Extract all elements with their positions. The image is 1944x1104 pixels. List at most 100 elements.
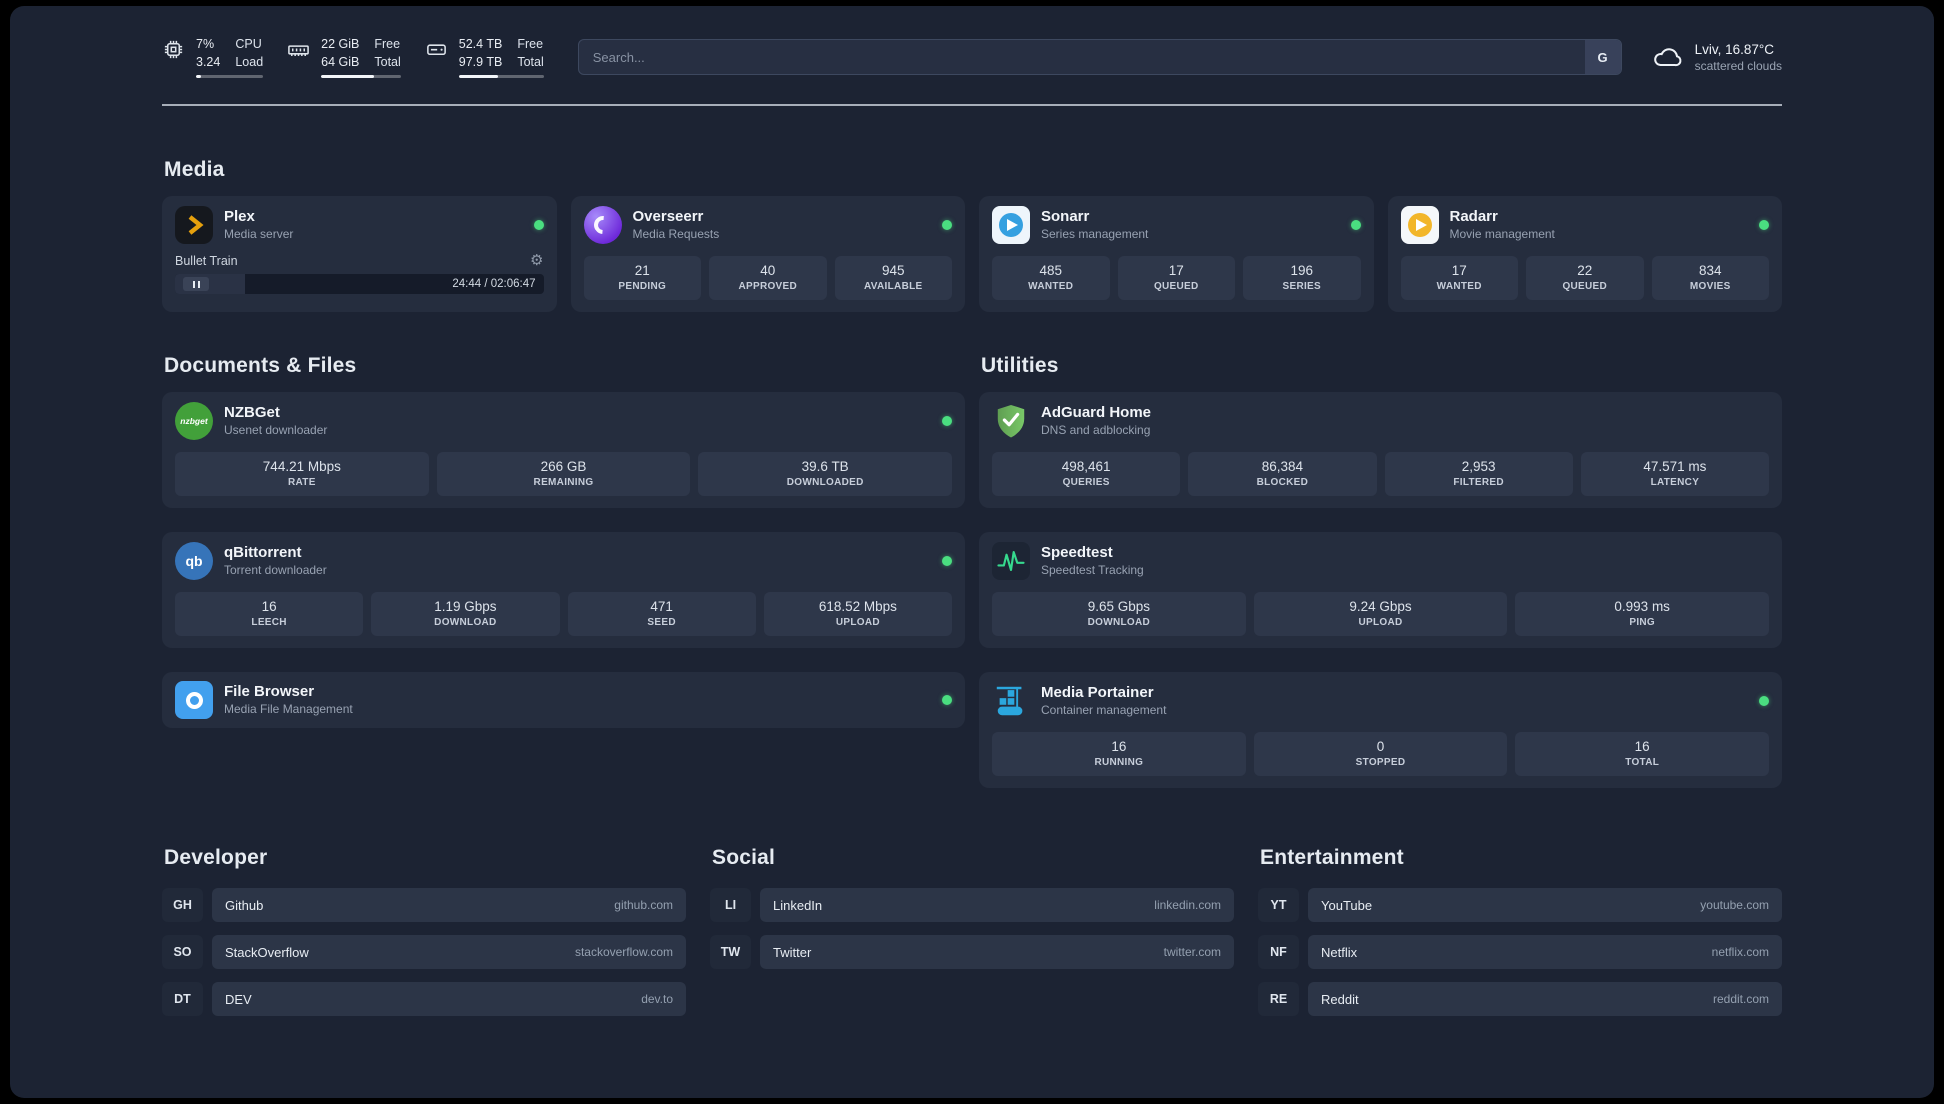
bookmark-url: stackoverflow.com [574,945,673,959]
stat-tile: 2,953 FILTERED [1384,452,1573,496]
bookmark-reddit[interactable]: RE Reddit reddit.com [1258,982,1782,1016]
stat-value: 17 [1451,263,1467,278]
service-card-sonarr[interactable]: Sonarr Series management 485 WANTED 17 Q… [979,196,1374,312]
service-card-overseerr[interactable]: Overseerr Media Requests 21 PENDING 40 A… [570,196,965,312]
service-card-nzbget[interactable]: nzbget NZBGet Usenet downloader 744.21 M… [162,392,965,508]
sonarr-icon [992,206,1030,244]
stat-value: 21 [634,263,650,278]
status-dot [942,416,952,426]
stat-label: PING [1629,617,1655,628]
disk-free-value: 52.4 TB [458,37,503,51]
stat-label: QUERIES [1062,477,1110,488]
stat-value: 22 [1577,263,1593,278]
bookmark-pill: Github github.com [212,888,686,922]
memory-icon [288,45,310,57]
stat-tile: 22 QUEUED [1526,256,1644,300]
bookmarks-entertainment: Entertainment YT YouTube youtube.com NF … [1258,846,1782,1029]
section-title-social: Social [712,846,776,869]
service-card-radarr[interactable]: Radarr Movie management 17 WANTED 22 QUE… [1387,196,1782,312]
stat-tile: 17 QUEUED [1117,256,1235,300]
search-provider-button[interactable]: G [1584,40,1621,74]
stat-label: FILTERED [1453,477,1504,488]
portainer-icon [992,682,1030,720]
stat-tile: 196 SERIES [1243,256,1361,300]
bookmark-name: StackOverflow [225,944,309,960]
status-dot [1350,220,1361,230]
bookmarks-developer: Developer GH Github github.com SO StackO… [162,846,686,1029]
stat-label: LEECH [251,617,287,628]
disk-widget: 52.4 TB 97.9 TB Free Total [425,36,544,78]
stat-label: WANTED [1028,281,1074,292]
bookmark-twitter[interactable]: TW Twitter twitter.com [710,935,1234,969]
service-card-filebrowser[interactable]: File Browser Media File Management [162,672,965,728]
stat-label: MOVIES [1689,281,1731,292]
status-dot [942,556,952,566]
stat-value: 471 [650,599,673,614]
stat-tile: 40 APPROVED [709,256,827,300]
bookmark-stackoverflow[interactable]: SO StackOverflow stackoverflow.com [162,935,686,969]
stat-value: 498,461 [1061,459,1111,474]
pause-button[interactable] [183,277,209,291]
nzbget-icon: nzbget [175,402,213,440]
stat-tile: 16 LEECH [175,592,364,636]
stat-tile: 834 MOVIES [1651,256,1769,300]
service-card-speedtest[interactable]: Speedtest Speedtest Tracking 9.65 Gbps D… [979,532,1782,648]
memory-free-label: Free [374,37,401,51]
stat-label: SEED [647,617,676,628]
bookmark-youtube[interactable]: YT YouTube youtube.com [1258,888,1782,922]
bookmark-url: linkedin.com [1154,898,1221,912]
bookmark-dev[interactable]: DT DEV dev.to [162,982,686,1016]
stat-tile: 0.993 ms PING [1515,592,1770,636]
stat-value: 47.571 ms [1643,459,1707,474]
radarr-icon [1400,206,1439,244]
stat-value: 16 [261,599,277,614]
stat-value: 9.24 Gbps [1349,599,1412,614]
stat-value: 16 [1111,739,1127,754]
service-card-adguard[interactable]: AdGuard Home DNS and adblocking 498,461 … [979,392,1782,508]
adguard-icon [992,402,1030,440]
dashboard-content: 7% 3.24 CPU Load 22 GiB 64 GiB Free Tota… [162,6,1782,1069]
stat-label: DOWNLOADED [786,477,864,488]
bookmark-name: Github [225,897,264,913]
stat-value: 945 [881,263,905,278]
dashboard-window: 7% 3.24 CPU Load 22 GiB 64 GiB Free Tota… [10,6,1934,1098]
stat-value: 1.19 Gbps [434,599,497,614]
bookmark-linkedin[interactable]: LI LinkedIn linkedin.com [710,888,1234,922]
section-media: Media Plex Media server Bullet Train ⚙ 2… [162,158,1782,312]
stat-tile: 618.52 Mbps UPLOAD [763,592,952,636]
bookmark-github[interactable]: GH Github github.com [162,888,686,922]
stat-label: BLOCKED [1256,477,1309,488]
search-bar: G [577,39,1622,75]
stat-tile: 471 SEED [567,592,756,636]
service-card-portainer[interactable]: Media Portainer Container management 16 … [979,672,1782,788]
section-title-utilities: Utilities [981,354,1059,377]
bookmark-abbr: TW [710,935,751,969]
stat-label: TOTAL [1625,757,1660,768]
service-card-qbittorrent[interactable]: qb qBittorrent Torrent downloader 16 LEE… [162,532,965,648]
cpu-load-label: Load [235,54,264,69]
bookmark-netflix[interactable]: NF Netflix netflix.com [1258,935,1782,969]
playback-progress-bar[interactable]: 24:44 / 02:06:47 [175,274,544,294]
stat-label: UPLOAD [1358,617,1403,628]
stat-tile: 9.24 Gbps UPLOAD [1253,592,1508,636]
stat-label: RUNNING [1094,757,1144,768]
bookmarks-social: Social LI LinkedIn linkedin.com TW Twitt… [710,846,1234,1029]
cpu-usage-meter [196,75,264,78]
stat-value: 39.6 TB [801,459,849,474]
resource-monitors: 7% 3.24 CPU Load 22 GiB 64 GiB Free Tota… [162,36,544,78]
service-card-plex[interactable]: Plex Media server Bullet Train ⚙ 24:44 /… [162,196,557,312]
service-name: File Browser [224,682,315,700]
stat-label: REMAINING [533,477,594,488]
cpu-percent: 7% [196,37,215,51]
service-name: Overseerr [632,207,704,225]
memory-total-value: 64 GiB [321,54,360,69]
plex-icon [175,206,213,244]
cpu-load-value: 3.24 [196,54,221,69]
search-input[interactable] [577,39,1622,75]
bookmark-pill: DEV dev.to [212,982,686,1016]
service-subtitle: DNS and adblocking [1041,423,1151,438]
bookmark-abbr: GH [162,888,203,922]
bookmark-name: Twitter [773,944,812,960]
topbar-divider [162,104,1782,106]
gear-icon[interactable]: ⚙ [530,253,543,268]
